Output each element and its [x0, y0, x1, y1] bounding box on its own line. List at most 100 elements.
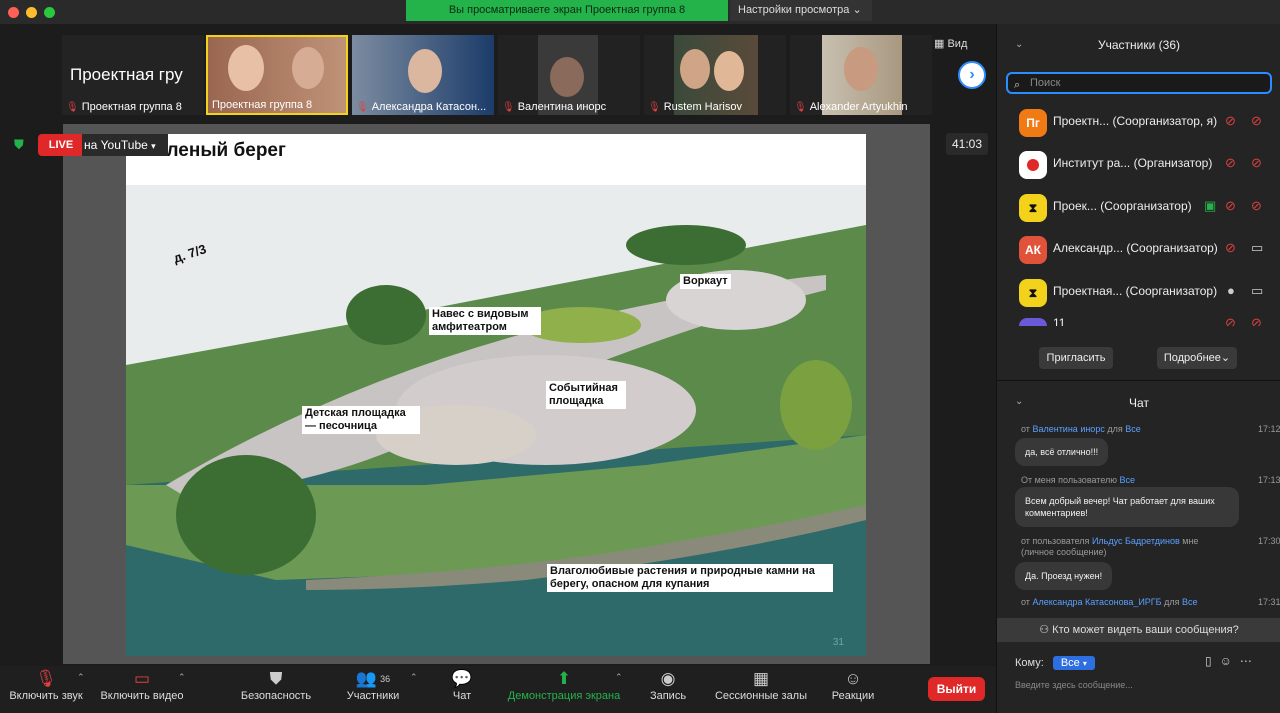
video-off-icon[interactable]: ⊘ [1251, 198, 1262, 214]
who-can-see-label: Кто может видеть ваши сообщения? [1052, 624, 1239, 636]
video-tile[interactable]: 🎙 Alexander Artyukhin [790, 35, 932, 115]
share-screen-icon: ⬆ [556, 669, 572, 688]
mic-muted-icon[interactable]: ⊘ [1225, 198, 1236, 214]
chat-recipient: Все [1125, 424, 1141, 434]
participants-options-caret[interactable]: ⌃ [410, 672, 418, 683]
audio-options-caret[interactable]: ⌃ [77, 672, 85, 683]
record-dot-icon [1027, 159, 1039, 171]
video-icon[interactable]: ▭ [1251, 240, 1263, 256]
video-tile[interactable]: 🎙 Валентина инорс [498, 35, 640, 115]
screen-share-icon: ▣ [1204, 198, 1217, 213]
invite-button[interactable]: Пригласить [1039, 347, 1113, 369]
zoom-window-button[interactable] [44, 7, 55, 18]
avatar: АК [1019, 236, 1047, 264]
next-page-button[interactable]: › [958, 61, 986, 89]
participant-face [408, 49, 442, 93]
shield-icon[interactable]: ⛊ [14, 137, 28, 153]
chat-message-meta: От меня пользователю Все 17:13 [1021, 475, 1280, 485]
chat-meta-prefix: от [1021, 424, 1030, 434]
leave-button[interactable]: Выйти [928, 677, 985, 701]
participant-name: Институт ра... (Организатор) [1053, 156, 1213, 170]
video-off-icon: ▭ [133, 669, 151, 688]
avatar: Пг [1019, 109, 1047, 137]
close-window-button[interactable] [8, 7, 19, 18]
live-badge[interactable]: LIVE [38, 134, 84, 156]
security-button[interactable]: ⛊ Безопасность [236, 666, 316, 713]
participant-search-input[interactable]: ⌕ Поиск [1006, 72, 1272, 94]
mic-muted-icon[interactable]: ⊘ [1225, 155, 1236, 171]
emoji-icon[interactable]: ☺ [1220, 654, 1240, 668]
participant-row-partial[interactable]: 11 ⊘ ⊘ [997, 314, 1280, 326]
security-label: Безопасность [240, 690, 312, 702]
more-button[interactable]: Подробнее⌄ [1157, 347, 1237, 369]
minimize-window-button[interactable] [26, 7, 37, 18]
presentation-slide: Зеленый берег д. 7/3 Воркаут Навес с вид… [126, 134, 866, 656]
chat-button[interactable]: 💬 Чат [444, 666, 480, 713]
recipient-value: Все [1060, 657, 1080, 669]
breakout-rooms-button[interactable]: ▦ Сессионные залы [710, 666, 812, 713]
chat-bubble-icon: 💬 [451, 669, 473, 688]
video-tile[interactable]: 🎙 Rustem Harisov [644, 35, 786, 115]
video-off-icon[interactable]: ⊘ [1251, 155, 1262, 171]
reactions-button[interactable]: ☺ Реакции [826, 666, 880, 713]
avatar: ⧗ [1019, 279, 1047, 307]
tree-cluster [176, 455, 316, 575]
panel-divider [997, 380, 1280, 381]
mic-muted-icon: 🎙 [648, 102, 661, 113]
participant-row[interactable]: Пг Проектн... (Соорганизатор, я) ⊘ ⊘ [997, 102, 1280, 144]
share-screen-button[interactable]: ⬆ Демонстрация экрана [502, 666, 626, 713]
tile-name-label: Валентина инорс [517, 101, 607, 113]
more-dots-icon[interactable]: ⋯ [1240, 654, 1260, 668]
video-icon[interactable]: ▭ [1251, 283, 1263, 299]
chat-sender[interactable]: Ильдус Бадретдинов [1092, 536, 1180, 546]
participant-row[interactable]: ⧗ Проектная... (Соорганизатор) ● ▭ [997, 272, 1280, 314]
tile-name: Проектная группа 8 [208, 99, 346, 111]
chat-sender[interactable]: Валентина инорс [1032, 424, 1104, 434]
chevron-down-icon: ⌄ [1220, 352, 1231, 364]
tree-cluster [626, 225, 746, 265]
file-icon[interactable]: ▯ [1205, 654, 1220, 668]
chat-header: Чат [1129, 396, 1149, 410]
mic-muted-icon[interactable]: ⊘ [1225, 240, 1236, 256]
view-settings-menu[interactable]: Настройки просмотра ⌄ [730, 0, 872, 21]
view-layout-button[interactable]: ▦ Вид [934, 37, 984, 55]
participant-row[interactable]: ⧗ Проек... (Соорганизатор) ▣ ⊘ ⊘ [997, 187, 1280, 229]
record-label: Запись [649, 690, 687, 702]
mic-muted-icon[interactable]: ⊘ [1225, 113, 1236, 129]
participants-label: Участники [346, 690, 400, 702]
tile-name: 🎙 Валентина инорс [498, 101, 640, 113]
hourglass-icon: ⧗ [1028, 201, 1038, 215]
share-banner: Вы просматриваете экран Проектная группа… [406, 0, 728, 21]
video-tile-active-speaker[interactable]: Проектная группа 8 [206, 35, 348, 115]
participant-row[interactable]: АК Александр... (Соорганизатор) ⊘ ▭ [997, 229, 1280, 271]
video-tile[interactable]: 🎙 Александра Катасон... [352, 35, 494, 115]
video-options-caret[interactable]: ⌃ [178, 672, 186, 683]
chat-message-meta: от Александра Катасонова_ИРГБ для Все 17… [1021, 597, 1280, 607]
record-button[interactable]: ◉ Запись [646, 666, 690, 713]
chat-sender[interactable]: Александра Катасонова_ИРГБ [1032, 597, 1161, 607]
start-video-label: Включить видео [100, 690, 184, 702]
video-tile[interactable]: Проектная гру 🎙 Проектная группа 8 [62, 35, 204, 115]
start-video-button[interactable]: ▭ Включить видео [98, 666, 186, 713]
breakout-rooms-label: Сессионные залы [714, 690, 808, 702]
share-options-caret[interactable]: ⌃ [615, 672, 623, 683]
mic-muted-icon[interactable]: ⊘ [1225, 315, 1236, 326]
youtube-stream-menu[interactable]: на YouTube ▾ [82, 134, 168, 156]
participant-name: Проектная... (Соорганизатор) [1053, 284, 1218, 298]
people-icon: 👥 36 [355, 669, 391, 688]
chat-message-input[interactable]: Введите здесь сообщение... [1015, 680, 1133, 690]
search-icon: ⌕ [1014, 79, 1021, 91]
mic-icon[interactable]: ● [1227, 283, 1235, 298]
participants-button[interactable]: 👥 36 Участники [340, 666, 406, 713]
chat-message-bubble: да, всё отлично!!! [1015, 438, 1109, 466]
unmute-button[interactable]: 🎙 Включить звук [6, 666, 86, 713]
label-plants: Влаголюбивые растения и природные камни … [547, 564, 833, 592]
participant-row[interactable]: Институт ра... (Организатор) ⊘ ⊘ [997, 144, 1280, 186]
view-label: Вид [947, 38, 968, 50]
chat-meta-mid: для [1164, 597, 1180, 607]
video-off-icon[interactable]: ⊘ [1251, 315, 1262, 326]
video-off-icon[interactable]: ⊘ [1251, 113, 1262, 129]
tile-name: 🎙 Проектная группа 8 [62, 101, 204, 113]
who-can-see-messages-link[interactable]: ⚇ Кто может видеть ваши сообщения? [997, 618, 1280, 642]
recipient-select[interactable]: Все ▾ [1052, 656, 1095, 670]
